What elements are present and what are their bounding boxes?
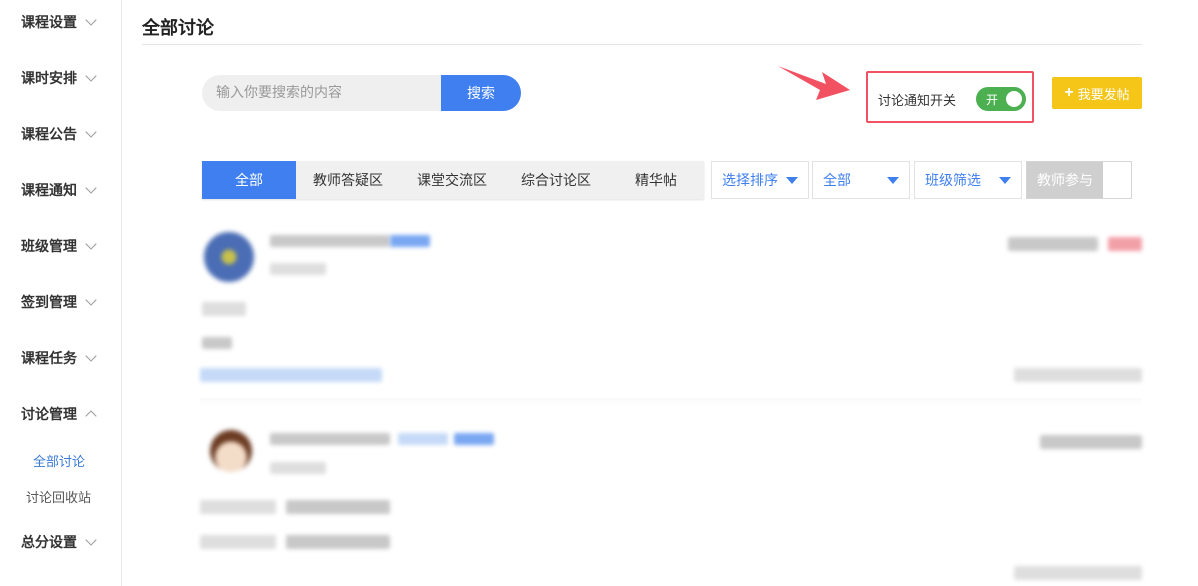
caret-down-icon [999, 177, 1011, 184]
search-input[interactable] [202, 75, 452, 111]
post-title-blurred [286, 500, 390, 514]
post-body-blurred [200, 535, 276, 549]
post-tag-blurred [398, 433, 448, 445]
post-tag-blurred [390, 235, 430, 247]
post-divider [200, 398, 1142, 406]
tab-classroom-exchange[interactable]: 课堂交流区 [400, 161, 504, 199]
sort-select[interactable]: 选择排序 [711, 161, 809, 199]
chevron-down-icon [85, 181, 97, 194]
sidebar-subitem-all-discussions[interactable]: 全部讨论 [33, 451, 85, 470]
sidebar-subitem-recycle-bin[interactable]: 讨论回收站 [26, 487, 91, 506]
post-meta-blurred [1008, 237, 1098, 251]
post-meta-blurred [1040, 435, 1142, 449]
toggle-knob [1006, 91, 1022, 107]
post-tag-blurred [454, 433, 494, 445]
sidebar-item-label: 课程通知 [21, 183, 77, 199]
post-title-blurred [200, 500, 276, 514]
new-post-label: 我要发帖 [1077, 86, 1130, 102]
page-title: 全部讨论 [142, 18, 214, 39]
sidebar-item-class-management[interactable]: 班级管理 [21, 236, 97, 256]
category-tabs: 全部 教师答疑区 课堂交流区 综合讨论区 精华帖 [202, 161, 704, 199]
scope-select-value: 全部 [823, 173, 851, 189]
post-title-blurred [202, 302, 246, 316]
sidebar-item-label: 总分设置 [21, 535, 77, 551]
chevron-down-icon [85, 533, 97, 546]
post-stats-blurred [1014, 566, 1142, 580]
search-bar: 搜索 [202, 75, 522, 111]
sidebar-item-label: 班级管理 [21, 239, 77, 255]
title-divider [142, 44, 1142, 45]
chevron-down-icon [85, 69, 97, 82]
notify-toggle[interactable]: 开 [976, 87, 1026, 111]
tab-featured[interactable]: 精华帖 [608, 161, 704, 199]
sidebar-item-label: 课程任务 [21, 351, 77, 367]
sidebar-item-notices[interactable]: 课程通知 [21, 180, 97, 200]
sidebar-item-label: 课程设置 [21, 15, 77, 31]
sort-select-value: 选择排序 [722, 173, 778, 189]
chevron-down-icon [85, 293, 97, 306]
avatar [204, 232, 254, 282]
post-time-blurred [270, 462, 326, 474]
discussion-notify-panel: 讨论通知开关 开 [866, 71, 1034, 123]
post-time-blurred [270, 263, 326, 275]
sidebar-item-label: 签到管理 [21, 295, 77, 311]
class-filter-value: 班级筛选 [925, 173, 981, 189]
post-author-blurred [270, 235, 390, 247]
post-badge-blurred [1108, 237, 1142, 251]
search-button[interactable]: 搜索 [441, 75, 521, 111]
post-body-blurred [286, 535, 390, 549]
sidebar-item-course-settings[interactable]: 课程设置 [21, 12, 97, 32]
tab-all[interactable]: 全部 [202, 161, 296, 199]
caret-down-icon [887, 177, 899, 184]
sidebar-item-announcements[interactable]: 课程公告 [21, 124, 97, 144]
post-link-blurred [200, 368, 382, 382]
avatar [210, 430, 252, 472]
sidebar-item-label: 讨论管理 [21, 407, 77, 423]
plus-icon: + [1064, 84, 1074, 101]
post-body-blurred [202, 337, 232, 349]
caret-down-icon [786, 177, 798, 184]
tab-teacher-qa[interactable]: 教师答疑区 [296, 161, 400, 199]
sidebar-item-score-settings[interactable]: 总分设置 [21, 532, 97, 552]
sidebar-item-label: 课程公告 [21, 127, 77, 143]
sidebar-item-discussion-management[interactable]: 讨论管理 [21, 404, 97, 424]
toggle-state-text: 开 [986, 93, 999, 107]
new-post-button[interactable]: + 我要发帖 [1052, 77, 1142, 109]
teacher-join-toggle[interactable]: 教师参与 [1026, 161, 1132, 199]
chevron-down-icon [85, 125, 97, 138]
sidebar: 课程设置 课时安排 课程公告 课程通知 班级管理 签到管理 课程任务 讨论管理 … [0, 0, 122, 586]
sidebar-item-tasks[interactable]: 课程任务 [21, 348, 97, 368]
chevron-down-icon [85, 349, 97, 362]
post-author-blurred [270, 433, 390, 445]
sidebar-item-label: 课时安排 [21, 71, 77, 87]
class-filter-select[interactable]: 班级筛选 [914, 161, 1022, 199]
post-stats-blurred [1014, 368, 1142, 382]
chevron-down-icon [85, 237, 97, 250]
teacher-join-label: 教师参与 [1027, 162, 1103, 198]
sidebar-item-attendance[interactable]: 签到管理 [21, 292, 97, 312]
sidebar-item-schedule[interactable]: 课时安排 [21, 68, 97, 88]
chevron-down-icon [85, 13, 97, 26]
scope-select[interactable]: 全部 [812, 161, 910, 199]
tab-general-discussion[interactable]: 综合讨论区 [504, 161, 608, 199]
annotation-arrow-icon [778, 66, 850, 100]
notify-toggle-label: 讨论通知开关 [878, 94, 957, 109]
chevron-up-icon [85, 409, 97, 422]
